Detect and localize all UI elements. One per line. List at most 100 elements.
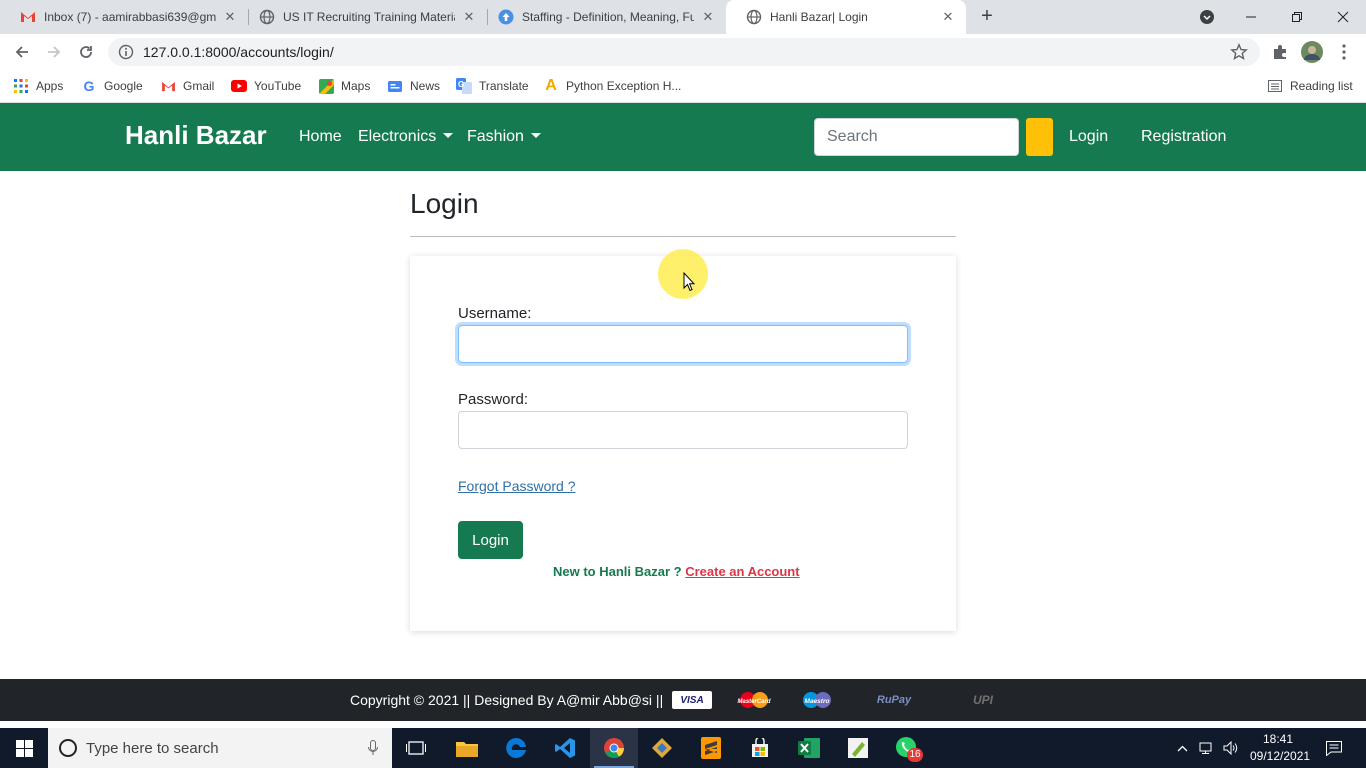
volume-icon[interactable] xyxy=(1220,728,1242,768)
upi-icon: UPI xyxy=(972,693,993,707)
upload-icon xyxy=(498,9,514,25)
rupay-icon: RuPay xyxy=(876,694,912,706)
apps-grid-icon xyxy=(13,78,29,94)
new-tab-plus-icon[interactable]: + xyxy=(976,6,998,28)
forgot-password-link[interactable]: Forgot Password ? xyxy=(458,478,576,494)
visa-icon: VISA xyxy=(672,691,712,709)
svg-text:MasterCard: MasterCard xyxy=(737,699,770,705)
task-view-icon[interactable] xyxy=(392,728,440,768)
clock-time: 18:41 xyxy=(1262,732,1294,746)
tab-gmail[interactable]: Inbox (7) - aamirabbasi639@gma ✕ xyxy=(0,0,248,34)
reload-icon[interactable] xyxy=(74,40,98,64)
password-label: Password: xyxy=(458,391,529,408)
bookmark-youtube[interactable]: YouTube xyxy=(231,76,301,96)
search-circle-icon xyxy=(58,738,78,758)
bookmark-star-icon[interactable] xyxy=(1230,43,1248,64)
mouse-cursor-icon xyxy=(683,271,696,297)
forward-arrow-icon[interactable] xyxy=(42,40,66,64)
youtube-icon xyxy=(231,78,247,94)
nav-registration[interactable]: Registration xyxy=(1141,128,1226,146)
restore-icon[interactable] xyxy=(1274,0,1320,34)
bookmark-google[interactable]: G Google xyxy=(81,76,143,96)
edge-icon[interactable] xyxy=(492,728,540,768)
microphone-icon[interactable] xyxy=(368,740,378,760)
system-clock[interactable]: 18:41 09/12/2021 xyxy=(1250,731,1311,765)
bookmark-gmail[interactable]: Gmail xyxy=(160,76,214,96)
close-icon[interactable]: ✕ xyxy=(222,9,238,25)
clock-date: 09/12/2021 xyxy=(1250,749,1311,763)
translate-icon: G xyxy=(456,78,472,94)
svg-text:G: G xyxy=(458,80,464,89)
maestro-icon: Maestro xyxy=(798,691,836,709)
chrome-icon[interactable] xyxy=(590,728,638,768)
site-info-icon[interactable] xyxy=(118,44,134,60)
svg-text:Maestro: Maestro xyxy=(805,698,830,705)
bookmark-translate[interactable]: G Translate xyxy=(456,76,529,96)
tab-hanli-bazar-login[interactable]: Hanli Bazar| Login ✕ xyxy=(726,0,966,34)
gmail-icon xyxy=(160,78,176,94)
close-icon[interactable]: ✕ xyxy=(461,9,477,25)
browser-tab-strip: Inbox (7) - aamirabbasi639@gma ✕ US IT R… xyxy=(0,0,1366,34)
caret-down-icon xyxy=(443,133,454,138)
nav-electronics-dropdown[interactable]: Electronics xyxy=(358,128,454,146)
search-button[interactable] xyxy=(1026,118,1053,156)
bookmark-apps[interactable]: Apps xyxy=(13,76,63,96)
notes-app-icon[interactable] xyxy=(834,728,882,768)
bookmarks-bar: Apps G Google Gmail YouTube Maps News G … xyxy=(0,70,1366,103)
git-tool-icon[interactable] xyxy=(638,728,686,768)
close-icon[interactable]: ✕ xyxy=(700,9,716,25)
url-text: 127.0.0.1:8000/accounts/login/ xyxy=(143,44,334,60)
login-card: Username: Password: Forgot Password ? Lo… xyxy=(410,256,956,631)
profile-avatar[interactable] xyxy=(1300,40,1324,64)
bookmark-maps[interactable]: Maps xyxy=(318,76,370,96)
notifications-icon[interactable] xyxy=(1320,728,1348,768)
copyright-text: Copyright © 2021 || Designed By A@mir Ab… xyxy=(350,692,664,708)
address-bar[interactable]: 127.0.0.1:8000/accounts/login/ xyxy=(108,38,1260,66)
create-account-link[interactable]: Create an Account xyxy=(685,564,799,579)
tab-staffing[interactable]: Staffing - Definition, Meaning, Fu ✕ xyxy=(478,0,726,34)
excel-icon[interactable] xyxy=(785,728,833,768)
browser-toolbar: 127.0.0.1:8000/accounts/login/ xyxy=(0,34,1366,70)
file-explorer-icon[interactable] xyxy=(443,728,491,768)
site-footer: Copyright © 2021 || Designed By A@mir Ab… xyxy=(0,679,1366,721)
show-hidden-icons-chevron-icon[interactable] xyxy=(1172,728,1192,768)
bookmark-news[interactable]: News xyxy=(387,76,440,96)
username-input[interactable] xyxy=(458,325,908,363)
page-title: Login xyxy=(410,188,479,219)
notification-badge: 16 xyxy=(907,748,923,762)
whatsapp-icon[interactable]: 16 xyxy=(883,728,931,768)
close-icon[interactable]: ✕ xyxy=(940,9,956,25)
microsoft-store-icon[interactable] xyxy=(736,728,784,768)
network-icon[interactable] xyxy=(1196,728,1218,768)
bookmark-python-exception[interactable]: A Python Exception H... xyxy=(543,76,681,96)
gmail-icon xyxy=(20,9,36,25)
new-user-prompt: New to Hanli Bazar ? Create an Account xyxy=(553,564,800,579)
back-arrow-icon[interactable] xyxy=(10,40,34,64)
caret-down-icon xyxy=(530,133,541,138)
search-input[interactable] xyxy=(814,118,1019,156)
sublime-text-icon[interactable] xyxy=(687,728,735,768)
tab-recruiting[interactable]: US IT Recruiting Training Materia ✕ xyxy=(239,0,487,34)
menu-kebab-icon[interactable] xyxy=(1332,40,1356,64)
minimize-icon[interactable] xyxy=(1228,0,1274,34)
login-submit-button[interactable]: Login xyxy=(458,521,523,559)
brand-logo[interactable]: Hanli Bazar xyxy=(125,120,267,151)
nav-fashion-dropdown[interactable]: Fashion xyxy=(467,128,541,146)
maps-icon xyxy=(318,78,334,94)
letter-a-icon: A xyxy=(545,77,557,94)
globe-icon xyxy=(259,9,275,25)
reading-list[interactable]: Reading list xyxy=(1267,76,1353,96)
globe-icon xyxy=(746,9,762,25)
vscode-icon[interactable] xyxy=(541,728,589,768)
taskbar-search-input[interactable]: Type here to search xyxy=(48,728,392,768)
password-input[interactable] xyxy=(458,411,908,449)
extensions-puzzle-icon[interactable] xyxy=(1268,40,1292,64)
mastercard-icon: MasterCard xyxy=(733,691,775,709)
window-close-icon[interactable] xyxy=(1320,0,1366,34)
windows-taskbar: Type here to search 16 18:41 09/12/2021 xyxy=(0,728,1366,768)
nav-login[interactable]: Login xyxy=(1069,128,1108,146)
tab-search-icon[interactable] xyxy=(1184,0,1230,34)
news-icon xyxy=(387,78,403,94)
nav-home[interactable]: Home xyxy=(299,128,342,146)
windows-start-icon[interactable] xyxy=(0,728,48,768)
